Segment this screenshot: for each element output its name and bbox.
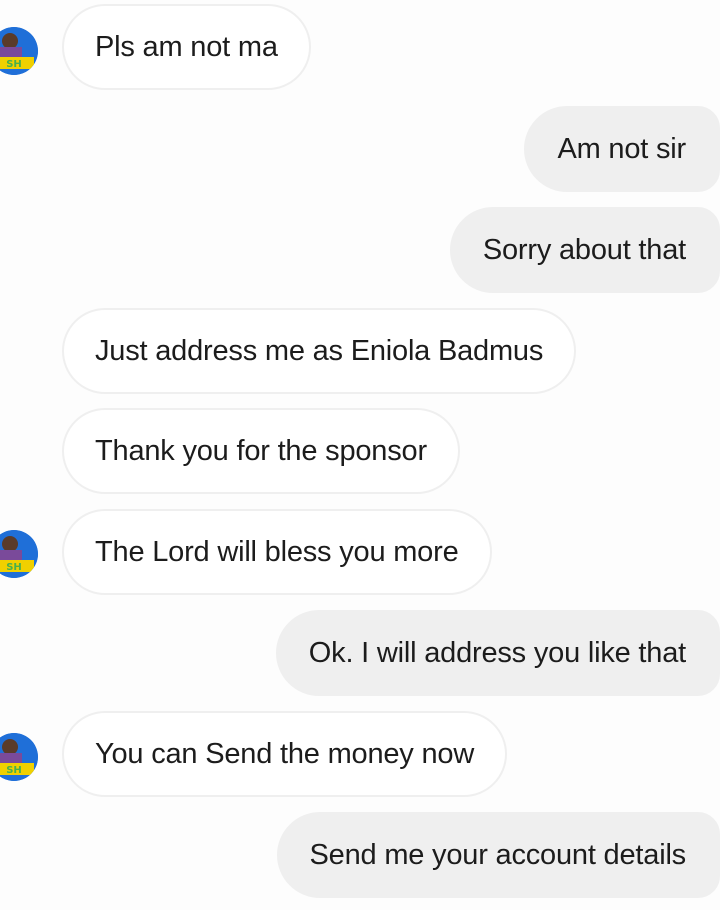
contact-avatar[interactable]: SH xyxy=(0,27,38,75)
outgoing-message[interactable]: Sorry about that xyxy=(449,207,720,293)
outgoing-message[interactable]: Send me your account details xyxy=(276,812,720,898)
message-text: Pls am not ma xyxy=(95,30,278,63)
message-text: The Lord will bless you more xyxy=(95,535,459,568)
message-text: Sorry about that xyxy=(482,233,686,266)
message-text: Send me your account details xyxy=(309,838,687,871)
incoming-message[interactable]: You can Send the money now xyxy=(62,711,508,797)
profile-avatar-icon: SH xyxy=(0,733,38,781)
profile-avatar-icon: SH xyxy=(0,530,38,578)
message-text: You can Send the money now xyxy=(95,737,475,770)
chat-thread: SH Pls am not ma Am not sir Sorry about … xyxy=(0,0,720,910)
profile-avatar-icon: SH xyxy=(0,27,38,75)
incoming-message[interactable]: Pls am not ma xyxy=(62,4,311,90)
avatar-text: SH xyxy=(6,765,22,776)
outgoing-message[interactable]: Ok. I will address you like that xyxy=(275,610,720,696)
avatar-text: SH xyxy=(6,59,22,70)
contact-avatar[interactable]: SH xyxy=(0,733,38,781)
message-text: Just address me as Eniola Badmus xyxy=(95,334,544,367)
message-text: Thank you for the sponsor xyxy=(95,434,427,467)
outgoing-message[interactable]: Am not sir xyxy=(524,106,720,192)
message-text: Ok. I will address you like that xyxy=(308,636,686,669)
incoming-message[interactable]: Thank you for the sponsor xyxy=(62,408,460,494)
incoming-message[interactable]: The Lord will bless you more xyxy=(62,509,492,595)
contact-avatar[interactable]: SH xyxy=(0,530,38,578)
message-text: Am not sir xyxy=(557,132,686,165)
incoming-message[interactable]: Just address me as Eniola Badmus xyxy=(62,308,577,394)
avatar-text: SH xyxy=(6,562,22,573)
